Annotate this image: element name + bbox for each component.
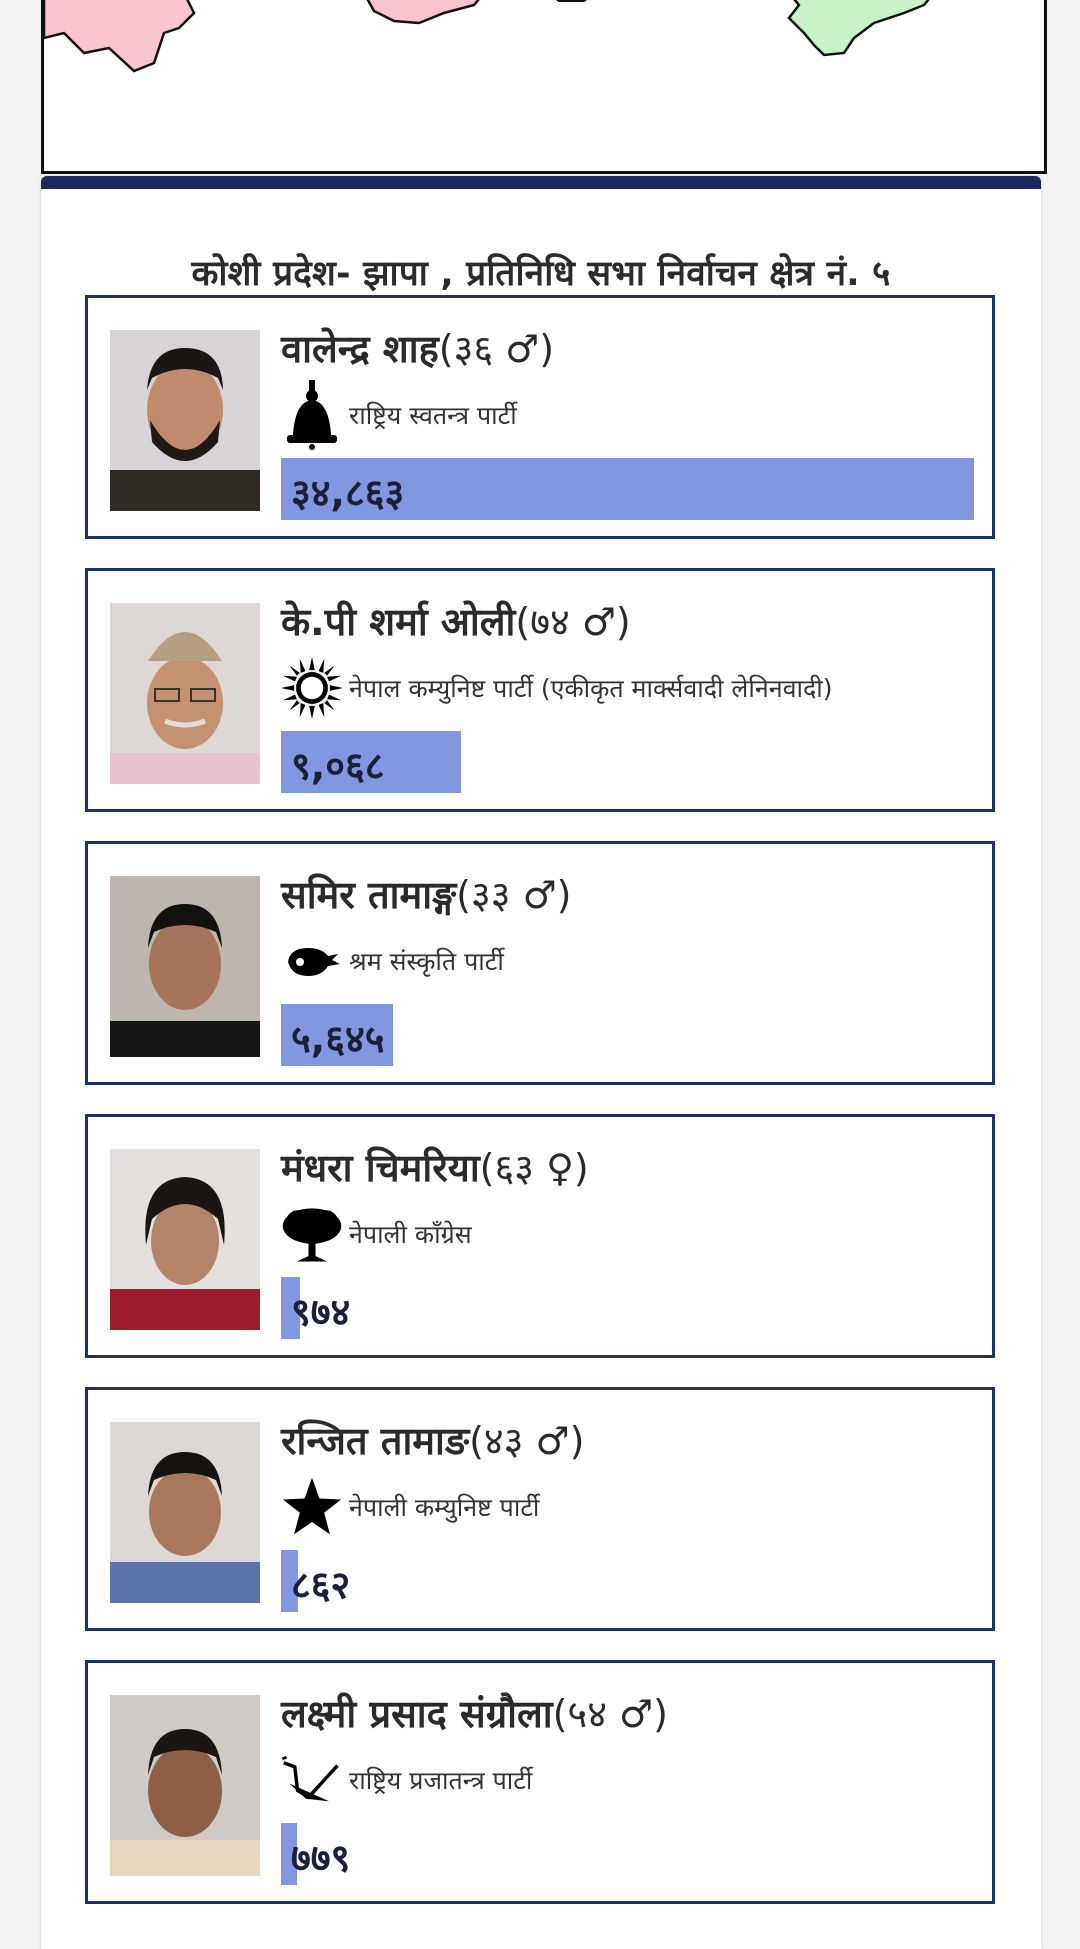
map-region-middle [366, 0, 480, 25]
tree-icon [281, 1203, 343, 1265]
party-name: राष्ट्रिय प्रजातन्त्र पार्टी [349, 1766, 533, 1795]
vote-bar: ९,०६८ [281, 731, 974, 793]
plough-icon [281, 1749, 343, 1811]
vote-count: ८६२ [291, 1563, 351, 1607]
party-name: नेपाल कम्युनिष्ट पार्टी (एकीकृत मार्क्सव… [349, 674, 833, 703]
vote-bar: ८६२ [281, 1550, 974, 1612]
candidate-card[interactable]: लक्ष्मी प्रसाद संग्रौला(५४ ♂) राष्ट्रिय … [85, 1660, 995, 1904]
candidate-card[interactable]: मंधरा चिमरिया(६३ ♀) नेपाली काँग्रेस ९७४ [85, 1114, 995, 1358]
candidate-name: के.पी शर्मा ओली(७४ ♂) [281, 600, 631, 644]
vote-bar: ५,६४५ [281, 1004, 974, 1066]
candidate-photo [110, 1149, 260, 1330]
candidate-name: मंधरा चिमरिया(६३ ♀) [281, 1146, 589, 1190]
party-name: नेपाली कम्युनिष्ट पार्टी [349, 1493, 540, 1522]
hand-icon [281, 930, 343, 992]
candidate-list: वालेन्द्र शाह(३६ ♂) राष्ट्रिय स्वतन्त्र … [85, 295, 995, 1933]
candidate-photo [110, 330, 260, 511]
candidate-photo [110, 876, 260, 1057]
bell-icon [281, 380, 343, 450]
candidate-name: समिर तामाङ्ग(३३ ♂) [281, 873, 572, 917]
candidate-name: वालेन्द्र शाह(३६ ♂) [281, 327, 555, 371]
vote-count: ५,६४५ [291, 1017, 385, 1061]
candidate-photo [110, 1695, 260, 1876]
candidate-card[interactable]: के.पी शर्मा ओली(७४ ♂) नेपाल कम्युनिष्ट प… [85, 568, 995, 812]
constituency-map [41, 0, 1047, 174]
party-name: नेपाली काँग्रेस [349, 1220, 472, 1249]
map-region-west [44, 0, 196, 73]
star-icon [281, 1476, 343, 1538]
vote-count: ९७४ [291, 1290, 351, 1334]
candidate-card[interactable]: वालेन्द्र शाह(३६ ♂) राष्ट्रिय स्वतन्त्र … [85, 295, 995, 539]
candidate-photo [110, 1422, 260, 1603]
vote-count: ९,०६८ [291, 744, 385, 788]
map-region-east [787, 0, 930, 57]
candidate-photo [110, 603, 260, 784]
candidate-name: रन्जित तामाङ(४३ ♂) [281, 1419, 585, 1463]
vote-bar: ३४,८६३ [281, 458, 974, 520]
party-name: श्रम संस्कृति पार्टी [349, 947, 504, 976]
sun-icon [281, 657, 343, 719]
results-panel: कोशी प्रदेश- झापा , प्रतिनिधि सभा निर्वा… [41, 176, 1041, 1949]
vote-count: ३४,८६३ [291, 471, 405, 515]
vote-bar: ७७९ [281, 1823, 974, 1885]
vote-bar: ९७४ [281, 1277, 974, 1339]
vote-count: ७७९ [291, 1836, 351, 1880]
party-name: राष्ट्रिय स्वतन्त्र पार्टी [349, 401, 517, 430]
candidate-card[interactable]: रन्जित तामाङ(४३ ♂) नेपाली कम्युनिष्ट पार… [85, 1387, 995, 1631]
constituency-title: कोशी प्रदेश- झापा , प्रतिनिधि सभा निर्वा… [191, 254, 891, 294]
candidate-name: लक्ष्मी प्रसाद संग्रौला(५४ ♂) [281, 1692, 668, 1736]
map-region-small [556, 0, 587, 2]
candidate-card[interactable]: समिर तामाङ्ग(३३ ♂) श्रम संस्कृति पार्टी … [85, 841, 995, 1085]
